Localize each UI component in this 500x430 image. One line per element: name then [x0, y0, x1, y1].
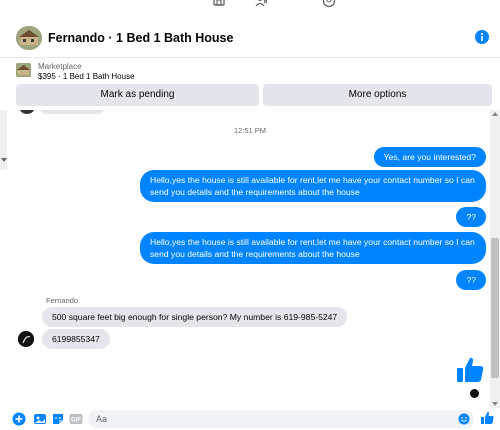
svg-text:GIF: GIF — [71, 418, 81, 424]
chat-scrollbar[interactable] — [490, 110, 500, 408]
outgoing-message[interactable]: Hello,yes the house is still available f… — [140, 232, 486, 264]
message-input[interactable] — [88, 410, 474, 428]
listing-summary[interactable]: Marketplace $395 · 1 Bed 1 Bath House — [0, 58, 500, 84]
info-icon[interactable] — [475, 30, 489, 44]
conversation-header: Fernando · 1 Bed 1 Bath House — [0, 18, 500, 58]
incoming-message[interactable]: 500 square feet big enough for single pe… — [42, 307, 348, 327]
mark-as-pending-button[interactable]: Mark as pending — [16, 84, 259, 106]
outgoing-message[interactable]: Hello,yes the house is still available f… — [140, 170, 486, 202]
more-options-button[interactable]: More options — [263, 84, 492, 106]
listing-thumbnail — [16, 63, 31, 77]
message-bubble-partial — [40, 110, 104, 114]
photo-icon[interactable] — [33, 412, 47, 426]
seen-avatar — [470, 389, 479, 398]
gif-icon[interactable]: GIF — [69, 412, 83, 426]
composer-bar: GIF — [0, 408, 500, 430]
message-thread[interactable]: 12:51 PM Yes, are you interested? Hello,… — [0, 110, 500, 408]
sender-avatar[interactable] — [18, 331, 34, 347]
listing-source-label: Marketplace — [38, 62, 82, 71]
listing-description: $395 · 1 Bed 1 Bath House — [38, 72, 135, 81]
scrollbar-thumb[interactable] — [491, 238, 499, 378]
groups-icon[interactable] — [322, 0, 336, 8]
incoming-message[interactable]: 6199855347 — [42, 329, 110, 349]
listing-avatar[interactable] — [16, 26, 42, 50]
emoji-icon[interactable] — [458, 413, 470, 425]
sender-name: Fernando — [46, 296, 79, 305]
like-sticker-icon[interactable] — [455, 355, 485, 385]
conversation-title[interactable]: Fernando · 1 Bed 1 Bath House — [48, 31, 233, 45]
scroll-down-arrow-icon[interactable] — [492, 402, 498, 406]
message-timestamp: 12:51 PM — [233, 126, 267, 135]
plus-circle-icon[interactable] — [12, 412, 26, 426]
avatar — [20, 110, 34, 114]
like-icon[interactable] — [480, 411, 494, 425]
top-nav — [0, 0, 500, 16]
outgoing-message[interactable]: Yes, are you interested? — [373, 147, 486, 167]
outgoing-message[interactable]: ?? — [456, 270, 486, 290]
marketplace-icon[interactable] — [212, 0, 226, 8]
outgoing-message[interactable]: ?? — [456, 207, 486, 227]
scroll-up-arrow-icon[interactable] — [492, 112, 498, 116]
people-icon[interactable] — [255, 0, 269, 8]
sticker-icon[interactable] — [51, 412, 65, 426]
